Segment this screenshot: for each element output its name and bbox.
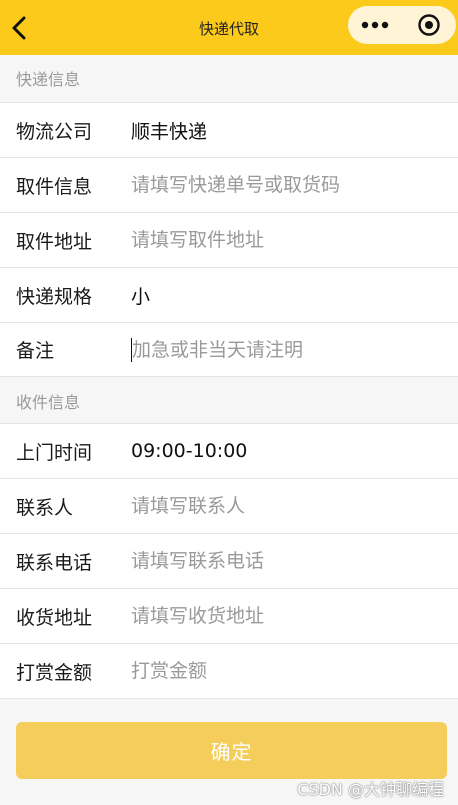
target-circle-icon (418, 14, 440, 36)
section-header-express: 快递信息 (0, 55, 458, 103)
size-value: 小 (131, 285, 151, 308)
more-dots-icon (361, 21, 389, 29)
contact-input[interactable] (131, 495, 431, 517)
field-contact: 联系人 (0, 479, 458, 534)
field-size[interactable]: 快递规格 小 (0, 268, 458, 323)
field-label: 上门时间 (16, 441, 93, 464)
field-label: 联系人 (16, 496, 74, 519)
field-label: 取件信息 (16, 175, 93, 198)
more-button[interactable] (348, 6, 402, 44)
time-value: 09:00-10:00 (131, 440, 248, 462)
close-mini-program-button[interactable] (402, 6, 456, 44)
field-pickup-address: 取件地址 (0, 213, 458, 268)
field-pickup-info: 取件信息 (0, 158, 458, 213)
reward-input[interactable] (131, 660, 431, 682)
delivery-address-input[interactable] (131, 605, 431, 627)
pickup-info-input[interactable] (131, 174, 431, 196)
field-phone: 联系电话 (0, 534, 458, 589)
section-title: 收件信息 (16, 393, 81, 412)
field-company[interactable]: 物流公司 顺丰快递 (0, 103, 458, 158)
field-time[interactable]: 上门时间 09:00-10:00 (0, 424, 458, 479)
field-label: 快递规格 (16, 285, 93, 308)
field-label: 打赏金额 (16, 661, 93, 684)
note-input[interactable] (132, 338, 432, 361)
watermark: CSDN @大钟聊编程 (297, 780, 444, 799)
field-reward: 打赏金额 (0, 644, 458, 699)
mini-program-capsule (348, 6, 456, 44)
section-title: 快递信息 (16, 70, 81, 89)
confirm-button[interactable]: 确定 (16, 722, 447, 779)
field-label: 联系电话 (16, 551, 93, 574)
pickup-address-input[interactable] (131, 229, 431, 251)
field-delivery-address: 收货地址 (0, 589, 458, 644)
phone-input[interactable] (131, 550, 431, 572)
field-label: 物流公司 (16, 120, 93, 143)
field-note: 备注 (0, 323, 458, 377)
field-label: 收货地址 (16, 606, 93, 629)
section-header-receiver: 收件信息 (0, 377, 458, 424)
navigation-bar: 快递代取 (0, 0, 458, 55)
company-value: 顺丰快递 (131, 120, 208, 143)
field-label: 取件地址 (16, 230, 93, 253)
field-label: 备注 (16, 340, 55, 362)
